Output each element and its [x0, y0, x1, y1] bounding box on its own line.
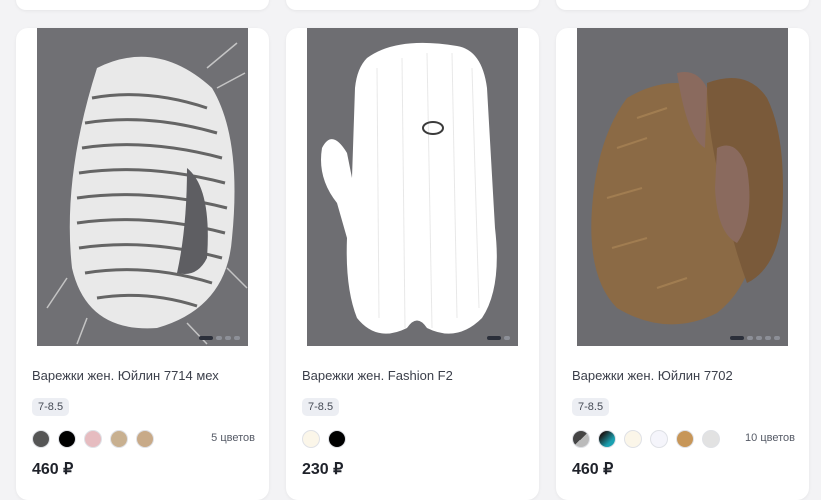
carousel-dot[interactable]	[504, 336, 510, 340]
carousel-dot[interactable]	[199, 336, 213, 340]
color-swatches	[302, 430, 346, 448]
carousel-dot[interactable]	[225, 336, 231, 340]
color-swatch[interactable]	[702, 430, 720, 448]
previous-product-card[interactable]	[556, 0, 809, 10]
color-swatches	[32, 430, 154, 448]
product-image[interactable]	[307, 28, 518, 346]
product-title[interactable]: Варежки жен. Fashion F2	[302, 368, 453, 383]
color-swatch[interactable]	[58, 430, 76, 448]
previous-product-card[interactable]	[286, 0, 539, 10]
previous-product-card[interactable]	[16, 0, 269, 10]
image-carousel-dots[interactable]	[199, 336, 240, 340]
product-title[interactable]: Варежки жен. Юйлин 7714 мех	[32, 368, 219, 383]
carousel-dot[interactable]	[234, 336, 240, 340]
product-price: 460 ₽	[572, 461, 614, 478]
product-title[interactable]: Варежки жен. Юйлин 7702	[572, 368, 733, 383]
color-swatch[interactable]	[136, 430, 154, 448]
color-swatch[interactable]	[110, 430, 128, 448]
color-swatch[interactable]	[676, 430, 694, 448]
color-swatches	[572, 430, 720, 448]
carousel-dot[interactable]	[747, 336, 753, 340]
product-price: 230 ₽	[302, 461, 344, 478]
carousel-dot[interactable]	[216, 336, 222, 340]
size-badge: 7-8.5	[32, 398, 70, 416]
carousel-dot[interactable]	[774, 336, 780, 340]
product-card[interactable]: Варежки жен. Юйлин 7702 7-8.5 10 цветов …	[556, 28, 809, 500]
color-count: 5 цветов	[211, 432, 255, 444]
color-swatch[interactable]	[624, 430, 642, 448]
carousel-dot[interactable]	[765, 336, 771, 340]
color-swatch[interactable]	[328, 430, 346, 448]
product-image[interactable]	[577, 28, 788, 346]
product-image[interactable]	[37, 28, 248, 346]
color-swatch[interactable]	[84, 430, 102, 448]
size-badge: 7-8.5	[302, 398, 340, 416]
image-carousel-dots[interactable]	[487, 336, 510, 340]
color-count: 10 цветов	[745, 432, 795, 444]
color-swatch[interactable]	[650, 430, 668, 448]
carousel-dot[interactable]	[730, 336, 744, 340]
image-carousel-dots[interactable]	[730, 336, 780, 340]
carousel-dot[interactable]	[487, 336, 501, 340]
product-price: 460 ₽	[32, 461, 74, 478]
carousel-dot[interactable]	[756, 336, 762, 340]
product-card[interactable]: Варежки жен. Fashion F2 7-8.5 230 ₽	[286, 28, 539, 500]
product-card[interactable]: Варежки жен. Юйлин 7714 мех 7-8.5 5 цвет…	[16, 28, 269, 500]
color-swatch[interactable]	[572, 430, 590, 448]
color-swatch[interactable]	[32, 430, 50, 448]
color-swatch[interactable]	[598, 430, 616, 448]
size-badge: 7-8.5	[572, 398, 610, 416]
color-swatch[interactable]	[302, 430, 320, 448]
